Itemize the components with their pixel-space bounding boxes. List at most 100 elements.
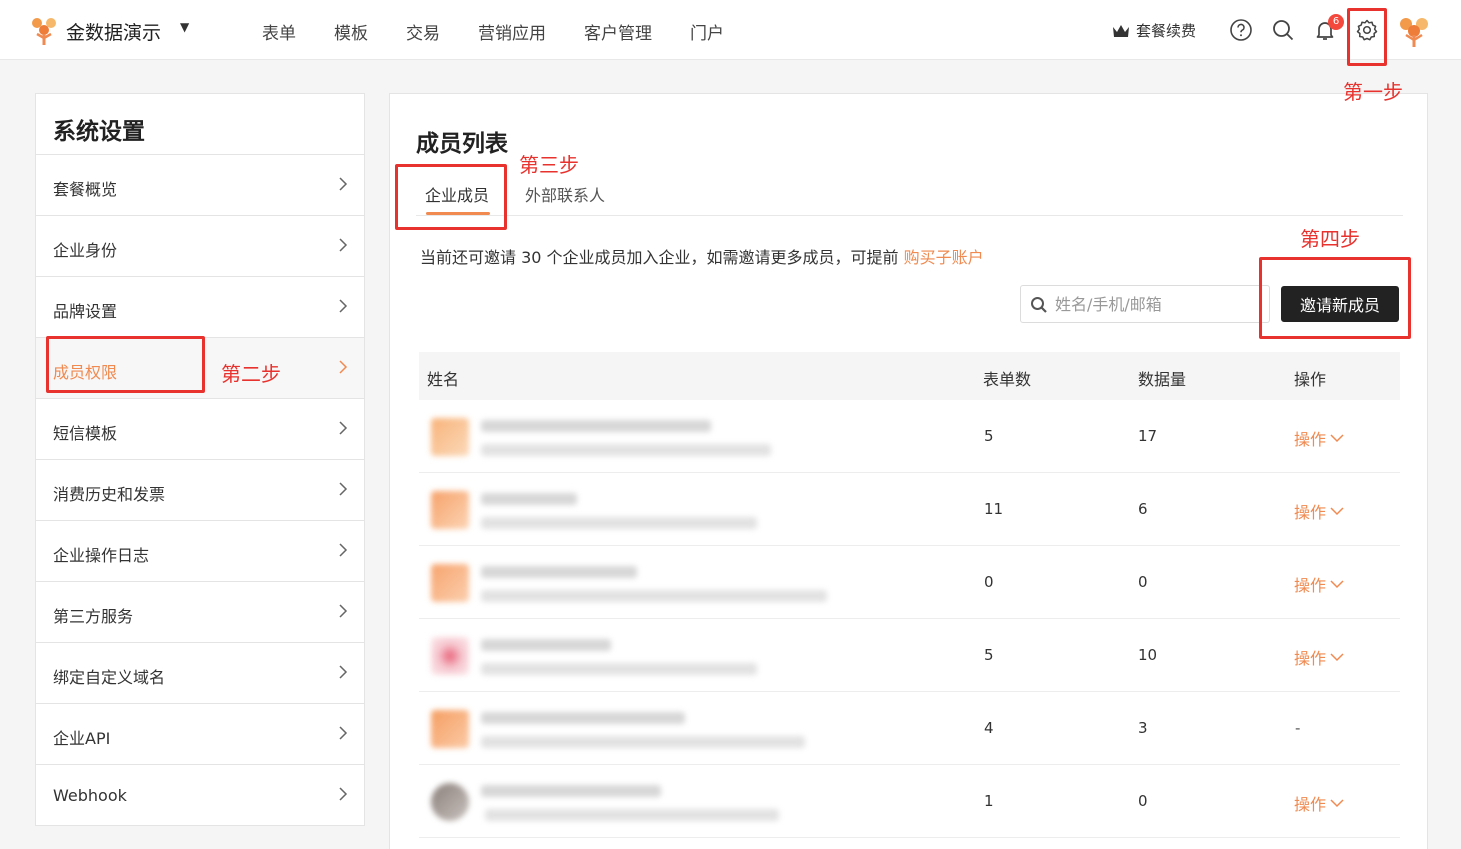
chevron-down-icon <box>1330 653 1344 662</box>
chevron-right-icon <box>339 726 348 740</box>
table-row[interactable]: 1 0 操作 <box>419 765 1400 838</box>
sidebar-item-webhook[interactable]: Webhook <box>36 765 364 826</box>
table-header: 姓名 表单数 数据量 操作 <box>419 352 1400 400</box>
sidebar-item-third-party[interactable]: 第三方服务 <box>36 582 364 643</box>
nav-item-portal[interactable]: 门户 <box>690 19 724 44</box>
sidebar-item-enterprise-api[interactable]: 企业API <box>36 704 364 765</box>
sidebar-item-plan-overview[interactable]: 套餐概览 <box>36 155 364 216</box>
app-name[interactable]: 金数据演示 <box>66 18 161 45</box>
sidebar-item-sms-templates[interactable]: 短信模板 <box>36 399 364 460</box>
nav-item-crm[interactable]: 客户管理 <box>584 19 652 44</box>
nav-item-forms[interactable]: 表单 <box>262 19 296 44</box>
nav-item-templates[interactable]: 模板 <box>334 19 368 44</box>
sidebar-item-label: 消费历史和发票 <box>53 485 166 504</box>
sidebar-item-billing-history[interactable]: 消费历史和发票 <box>36 460 364 521</box>
member-contact-redacted <box>481 517 757 529</box>
form-count: 0 <box>984 573 994 591</box>
record-count: 0 <box>1138 792 1148 810</box>
row-actions-dropdown[interactable]: 操作 <box>1294 791 1344 815</box>
crown-icon <box>1113 24 1129 37</box>
chevron-right-icon <box>339 665 348 679</box>
main-nav: 表单 模板 交易 营销应用 客户管理 门户 <box>262 19 762 44</box>
row-actions-dropdown[interactable]: 操作 <box>1294 645 1344 669</box>
nav-item-transactions[interactable]: 交易 <box>406 19 440 44</box>
chevron-right-icon <box>339 604 348 618</box>
annotation-step1: 第一步 <box>1343 80 1403 104</box>
chevron-right-icon <box>339 543 348 557</box>
chevron-right-icon <box>339 787 348 801</box>
actions-label: 操作 <box>1294 576 1327 595</box>
sidebar-item-label: 企业API <box>53 729 111 748</box>
sidebar-item-label: 品牌设置 <box>53 302 118 321</box>
row-actions-dropdown[interactable]: 操作 <box>1294 572 1344 596</box>
member-avatar-redacted <box>431 783 469 821</box>
nav-item-marketing[interactable]: 营销应用 <box>478 19 546 44</box>
annotation-step3: 第三步 <box>519 153 579 177</box>
column-header-forms: 表单数 <box>983 370 1032 389</box>
record-count: 3 <box>1138 719 1148 737</box>
sidebar-title: 系统设置 <box>36 94 364 155</box>
annotation-box-step2 <box>46 336 205 393</box>
sidebar-item-label: 套餐概览 <box>53 180 118 199</box>
sidebar-item-label: 第三方服务 <box>53 607 134 626</box>
member-contact-redacted <box>481 736 805 748</box>
renew-label: 套餐续费 <box>1136 22 1197 40</box>
sidebar-item-operation-log[interactable]: 企业操作日志 <box>36 521 364 582</box>
member-table: 姓名 表单数 数据量 操作 5 17 操作 11 6 操作 0 0 操作 5 1… <box>419 352 1400 838</box>
table-row[interactable]: 5 10 操作 <box>419 619 1400 692</box>
member-avatar-redacted <box>431 564 469 602</box>
settings-sidebar: 系统设置 套餐概览 企业身份 品牌设置 成员权限 短信模板 消费历史和发票 企业… <box>35 93 365 826</box>
search-icon[interactable] <box>1271 18 1295 42</box>
table-row[interactable]: 5 17 操作 <box>419 400 1400 473</box>
sidebar-item-label: Webhook <box>53 786 127 805</box>
chevron-down-icon <box>1330 507 1344 516</box>
member-avatar-redacted <box>431 637 469 675</box>
sidebar-item-custom-domain[interactable]: 绑定自定义域名 <box>36 643 364 704</box>
form-count: 4 <box>984 719 994 737</box>
table-row[interactable]: 4 3 - <box>419 692 1400 765</box>
sidebar-item-label: 绑定自定义域名 <box>53 668 166 687</box>
form-count: 11 <box>984 500 1004 518</box>
renew-plan-button[interactable]: 套餐续费 <box>1112 20 1196 41</box>
table-row[interactable]: 11 6 操作 <box>419 473 1400 546</box>
caret-down-icon[interactable]: ▼ <box>180 20 189 34</box>
member-contact-redacted <box>481 663 757 675</box>
chevron-down-icon <box>1330 580 1344 589</box>
form-count: 5 <box>984 427 994 445</box>
member-tabs: 企业成员 外部联系人 <box>416 182 1403 216</box>
sidebar-item-enterprise-identity[interactable]: 企业身份 <box>36 216 364 277</box>
annotation-step2: 第二步 <box>221 362 281 386</box>
form-count: 5 <box>984 646 994 664</box>
member-name-redacted <box>481 493 577 505</box>
buy-sub-account-link[interactable]: 购买子账户 <box>904 248 984 267</box>
no-actions-dash: - <box>1295 719 1301 737</box>
table-row[interactable]: 0 0 操作 <box>419 546 1400 619</box>
row-actions-dropdown[interactable]: 操作 <box>1294 426 1344 450</box>
chevron-right-icon <box>339 238 348 252</box>
member-name-redacted <box>481 566 637 578</box>
chevron-right-icon <box>339 360 348 374</box>
column-header-name: 姓名 <box>427 370 460 389</box>
row-actions-dropdown[interactable]: 操作 <box>1294 499 1344 523</box>
record-count: 10 <box>1138 646 1158 664</box>
chevron-right-icon <box>339 482 348 496</box>
app-logo-icon[interactable] <box>28 14 60 46</box>
actions-label: 操作 <box>1294 430 1327 449</box>
sidebar-item-label: 短信模板 <box>53 424 118 443</box>
member-avatar-redacted <box>431 491 469 529</box>
member-name-redacted <box>481 712 685 724</box>
user-avatar[interactable] <box>1396 14 1432 48</box>
annotation-box-step1 <box>1347 8 1387 66</box>
help-icon[interactable] <box>1229 18 1253 42</box>
record-count: 17 <box>1138 427 1158 445</box>
search-input[interactable] <box>1055 286 1265 322</box>
member-name-redacted <box>481 785 661 797</box>
member-name-redacted <box>481 420 711 432</box>
page-title: 成员列表 <box>416 131 508 157</box>
tab-external-contacts[interactable]: 外部联系人 <box>525 182 605 206</box>
sidebar-item-label: 企业身份 <box>53 241 118 260</box>
form-count: 1 <box>984 792 994 810</box>
annotation-step4: 第四步 <box>1300 227 1360 251</box>
sidebar-item-brand-settings[interactable]: 品牌设置 <box>36 277 364 338</box>
actions-label: 操作 <box>1294 795 1327 814</box>
